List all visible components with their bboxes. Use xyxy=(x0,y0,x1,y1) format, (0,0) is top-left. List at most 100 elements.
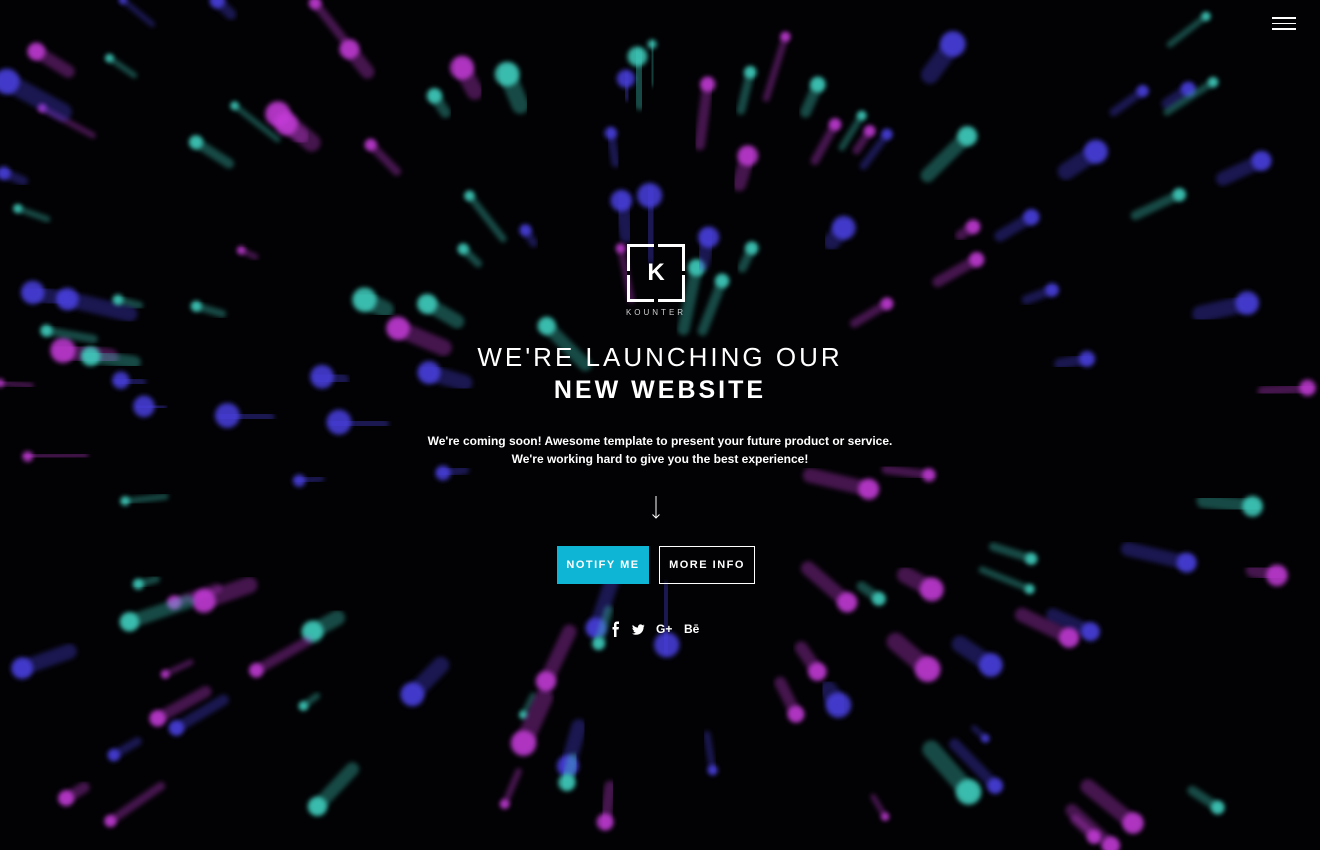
particle-dot xyxy=(112,294,124,306)
particle-trail xyxy=(121,493,169,505)
particle-dot xyxy=(535,671,557,692)
particle-dot xyxy=(965,219,981,234)
particle-dot xyxy=(856,110,867,121)
particle-dot xyxy=(881,812,890,821)
notify-me-button[interactable]: NOTIFY ME xyxy=(557,546,649,584)
hamburger-menu-icon[interactable] xyxy=(1272,14,1296,34)
particle-background xyxy=(0,0,1316,850)
particle-dot xyxy=(978,653,1003,677)
kounter-logo: K xyxy=(627,244,685,302)
particle-dot xyxy=(871,591,886,606)
particle-dot xyxy=(298,701,309,711)
particle-dot xyxy=(457,243,469,255)
particle-dot xyxy=(987,777,1004,794)
particle-trail xyxy=(106,781,166,826)
particle-dot xyxy=(292,474,306,488)
particle-dot xyxy=(831,215,856,240)
particle-trail xyxy=(14,205,51,223)
particle-dot xyxy=(698,226,720,248)
more-info-button[interactable]: MORE INFO xyxy=(659,546,755,584)
particle-dot xyxy=(647,39,657,49)
particle-trail xyxy=(694,78,714,151)
particle-trail xyxy=(978,566,1034,593)
headline-line-2: NEW WEBSITE xyxy=(553,376,767,404)
particle-dot xyxy=(1299,379,1316,397)
particle-dot xyxy=(957,126,978,147)
particle-dot xyxy=(700,76,716,92)
particle-dot xyxy=(119,612,140,632)
google-plus-icon[interactable]: G+ xyxy=(656,620,672,638)
particle-dot xyxy=(836,592,858,613)
particle-dot xyxy=(881,128,893,140)
particle-dot xyxy=(132,578,144,590)
particle-dot xyxy=(58,790,75,807)
particle-dot xyxy=(307,796,328,817)
particle-dot xyxy=(27,42,46,61)
particle-dot xyxy=(13,204,23,214)
twitter-icon[interactable] xyxy=(632,620,645,638)
particle-dot xyxy=(274,112,298,136)
particle-dot xyxy=(104,815,117,828)
particle-trail xyxy=(810,120,840,166)
particle-dot xyxy=(1207,76,1219,88)
particle-dot xyxy=(190,300,202,312)
facebook-icon[interactable] xyxy=(612,620,620,638)
particle-dot xyxy=(1024,584,1035,595)
particle-trail xyxy=(106,55,138,79)
particle-trail xyxy=(310,0,348,44)
particle-trail xyxy=(501,767,522,808)
particle-dot xyxy=(610,189,633,212)
logo-letter: K xyxy=(647,259,665,286)
particle-dot xyxy=(1023,209,1040,226)
particle-dot xyxy=(558,773,576,792)
particle-dot xyxy=(1201,11,1211,21)
particle-trail xyxy=(1130,189,1185,221)
particle-dot xyxy=(880,297,894,310)
particle-dot xyxy=(592,636,606,651)
particle-trail xyxy=(120,0,156,27)
particle-dot xyxy=(120,496,130,506)
particle-dot xyxy=(1136,85,1149,98)
particle-dot xyxy=(737,145,759,167)
particle-trail xyxy=(1166,13,1210,48)
particle-trail xyxy=(762,33,789,102)
particle-dot xyxy=(352,287,377,313)
particle-dot xyxy=(417,293,438,315)
particle-dot xyxy=(112,371,130,389)
particle-trail xyxy=(42,326,98,344)
particle-dot xyxy=(1058,627,1080,648)
particle-dot xyxy=(1122,812,1144,834)
particle-dot xyxy=(863,125,876,137)
particle-dot xyxy=(168,720,185,736)
particle-dot xyxy=(922,468,936,482)
particle-dot xyxy=(149,710,166,727)
particle-trail xyxy=(703,730,717,774)
particle-dot xyxy=(1078,350,1096,367)
particle-dot xyxy=(828,118,842,131)
particle-dot xyxy=(386,316,410,341)
particle-dot xyxy=(1210,800,1225,815)
behance-icon[interactable]: Bē xyxy=(684,620,699,638)
headline-line-1: WE'RE LAUNCHING OUR xyxy=(477,342,843,372)
particle-dot xyxy=(787,705,805,723)
particle-dot xyxy=(1025,552,1038,565)
particle-dot xyxy=(364,138,377,151)
particle-trail xyxy=(251,636,313,676)
particle-dot xyxy=(133,395,155,418)
particle-dot xyxy=(20,280,45,305)
particle-trail xyxy=(677,261,703,336)
arrow-down-icon[interactable] xyxy=(650,496,662,520)
particle-dot xyxy=(825,692,852,718)
particle-dot xyxy=(1080,622,1100,642)
particle-dot xyxy=(326,409,352,435)
particle-dot xyxy=(188,135,204,150)
particle-dot xyxy=(955,779,982,805)
particle-dot xyxy=(1083,139,1108,164)
tagline-line-2: We're working hard to give you the best … xyxy=(511,452,809,466)
particle-dot xyxy=(494,61,520,87)
particle-dot xyxy=(627,46,648,67)
particle-dot xyxy=(400,682,425,707)
particle-dot xyxy=(919,577,944,602)
particle-dot xyxy=(160,670,170,679)
particle-dot xyxy=(914,656,941,683)
